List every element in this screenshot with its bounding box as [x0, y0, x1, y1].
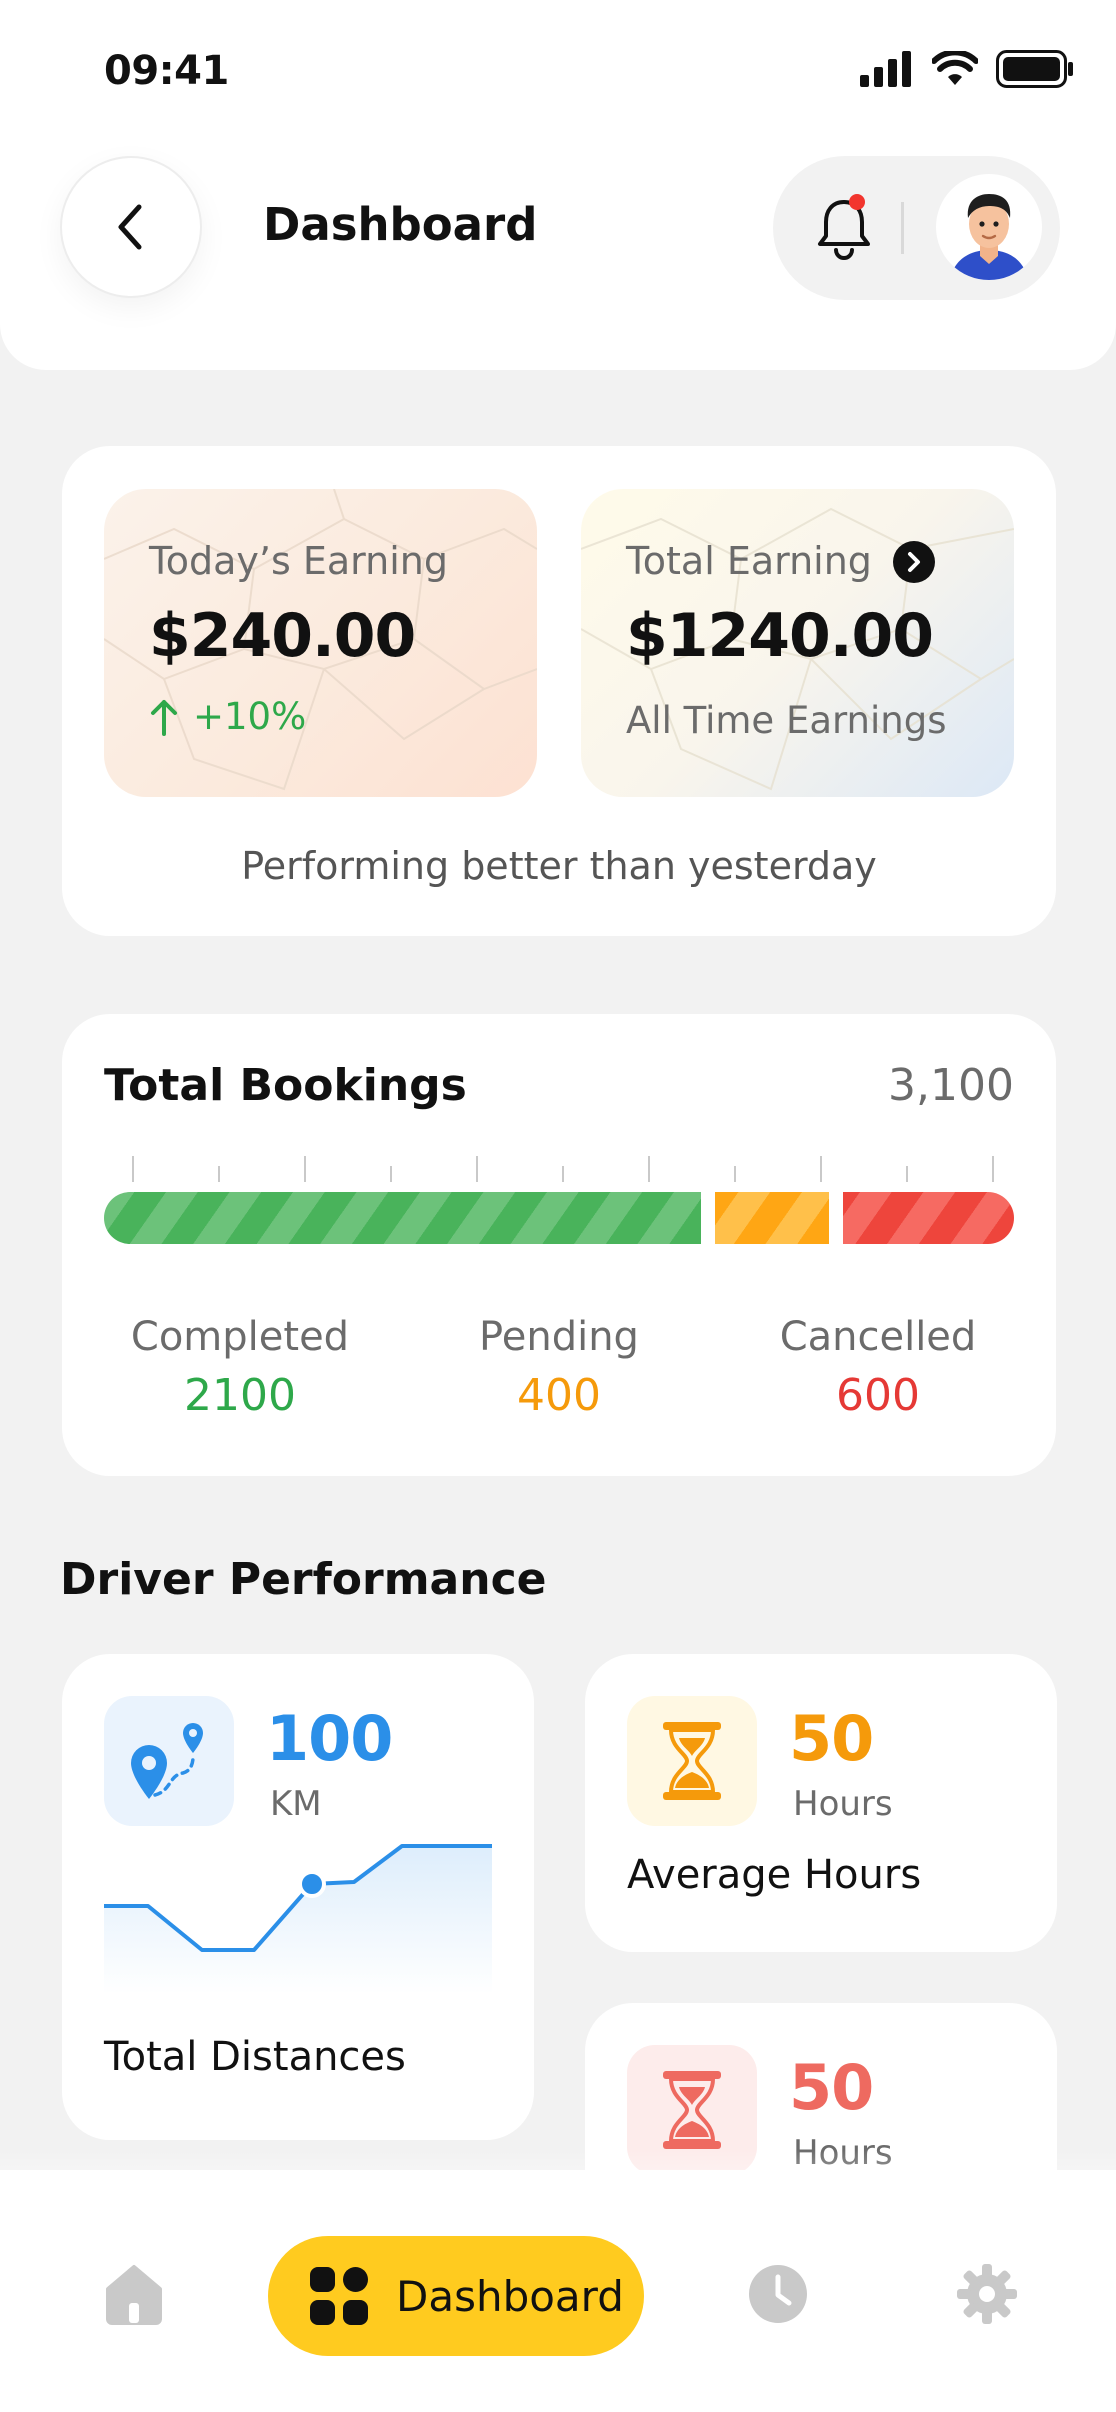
bookings-title: Total Bookings	[104, 1060, 467, 1111]
todays-earning-value: $240.00	[149, 601, 416, 671]
cancelled-legend: Cancelled 600	[728, 1314, 1028, 1421]
bookings-breakdown-bar	[104, 1192, 1014, 1244]
back-icon	[118, 204, 142, 250]
chevron-right-icon	[908, 552, 920, 572]
total-earning-value: $1240.00	[626, 601, 934, 671]
total-earning-tile[interactable]: Total Earning $1240.00 All Time Earnings	[581, 489, 1014, 797]
clock-icon	[749, 2265, 807, 2323]
notifications-button[interactable]	[816, 194, 872, 264]
earnings-caption: Performing better than yesterday	[241, 844, 877, 888]
gear-icon	[957, 2264, 1017, 2324]
cancelled-value: 600	[836, 1370, 920, 1421]
divider	[901, 202, 904, 254]
bookings-total: 3,100	[888, 1060, 1014, 1111]
status-icons	[860, 50, 1074, 88]
performance-title: Driver Performance	[60, 1554, 547, 1605]
signal-icon	[860, 51, 911, 87]
average-hours-unit: Hours	[793, 1784, 893, 1824]
todays-earning-tile[interactable]: Today’s Earning $240.00 +10%	[104, 489, 537, 797]
back-button[interactable]	[60, 156, 202, 298]
distance-unit: KM	[270, 1784, 322, 1824]
hours-icon-box	[627, 1696, 757, 1826]
nav-dashboard[interactable]: Dashboard	[268, 2236, 644, 2356]
cancelled-label: Cancelled	[779, 1314, 977, 1360]
hours-value-secondary: 50	[789, 2051, 874, 2124]
screen: 09:41 Dashboard Today’s Earning $240.00 …	[0, 0, 1116, 2412]
home-icon	[106, 2265, 162, 2325]
pending-label: Pending	[479, 1314, 639, 1360]
bookings-card: Total Bookings 3,100 Completed 2100 Pend…	[62, 1014, 1056, 1476]
nav-history[interactable]	[746, 2262, 810, 2326]
hourglass-icon	[663, 1722, 721, 1800]
completed-value: 2100	[184, 1370, 296, 1421]
total-earning-label: Total Earning	[626, 539, 872, 583]
distance-value: 100	[266, 1702, 393, 1775]
notification-badge	[849, 194, 865, 210]
status-time: 09:41	[104, 48, 229, 94]
pending-segment	[715, 1192, 830, 1244]
pending-value: 400	[517, 1370, 601, 1421]
chart-marker	[298, 1870, 326, 1898]
average-hours-label: Average Hours	[627, 1852, 922, 1898]
average-hours-card[interactable]: 50 Hours Average Hours	[585, 1654, 1057, 1952]
pending-legend: Pending 400	[409, 1314, 709, 1421]
map-pin-route-icon	[131, 1723, 203, 1799]
header-actions	[773, 156, 1060, 300]
page-title: Dashboard	[263, 198, 538, 251]
nav-settings[interactable]	[955, 2262, 1019, 2326]
avatar-illustration	[950, 194, 1028, 280]
nav-dashboard-label: Dashboard	[396, 2271, 624, 2321]
distance-label: Total Distances	[104, 2034, 406, 2080]
battery-icon	[996, 50, 1073, 88]
arrow-up-icon	[151, 699, 177, 736]
average-hours-value: 50	[789, 1702, 874, 1775]
nav-home[interactable]	[102, 2262, 166, 2326]
bottom-navigation: Dashboard	[0, 2170, 1116, 2412]
bookings-scale-ticks	[132, 1156, 994, 1182]
earnings-card: Today’s Earning $240.00 +10% Total Earni…	[62, 446, 1056, 936]
top-header-sheet: 09:41 Dashboard	[0, 0, 1116, 370]
completed-segment	[104, 1192, 702, 1244]
trend-value: +10%	[193, 695, 307, 738]
dashboard-grid-icon	[310, 2267, 368, 2325]
total-earning-details-button[interactable]	[893, 541, 935, 583]
todays-earning-label: Today’s Earning	[149, 539, 448, 583]
completed-label: Completed	[130, 1314, 350, 1360]
completed-legend: Completed 2100	[90, 1314, 390, 1421]
total-distances-card[interactable]: 100 KM Total Distances	[62, 1654, 534, 2140]
cancelled-segment	[843, 1192, 1014, 1244]
distance-icon-box	[104, 1696, 234, 1826]
distance-trend-chart	[104, 1844, 492, 1994]
total-earning-sub: All Time Earnings	[626, 699, 947, 742]
wifi-icon	[932, 51, 978, 85]
avatar[interactable]	[936, 174, 1042, 280]
hourglass-icon	[663, 2071, 721, 2149]
earning-trend: +10%	[149, 695, 306, 738]
